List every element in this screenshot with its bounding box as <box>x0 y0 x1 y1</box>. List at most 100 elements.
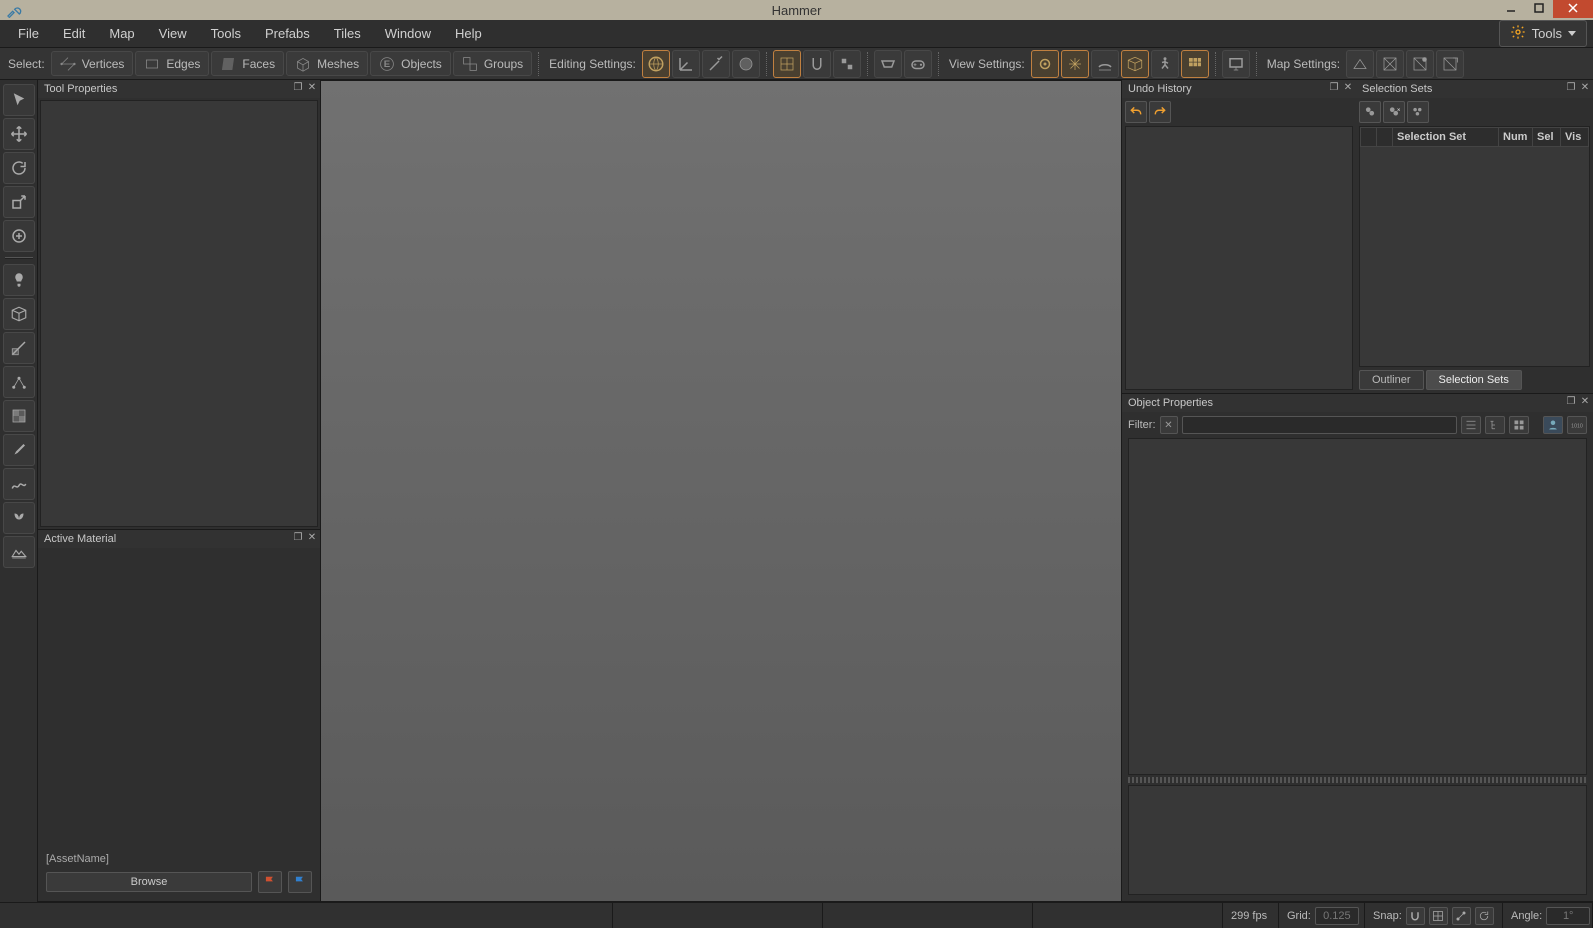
menu-tools[interactable]: Tools <box>199 22 253 45</box>
panel-pop-out-icon[interactable]: ❐ <box>1328 80 1340 94</box>
splitter-handle[interactable] <box>1128 777 1587 783</box>
tool-block[interactable] <box>3 298 35 330</box>
tab-outliner[interactable]: Outliner <box>1359 370 1424 390</box>
select-edges-button[interactable]: Edges <box>135 51 209 76</box>
window-close-button[interactable] <box>1553 0 1593 18</box>
view-grid-button[interactable] <box>1181 50 1209 78</box>
panel-pop-out-icon[interactable]: ❐ <box>1565 394 1577 408</box>
panel-close-icon[interactable]: ✕ <box>1579 80 1591 94</box>
browse-button[interactable]: Browse <box>46 872 252 892</box>
filter-grid-button[interactable] <box>1509 416 1529 434</box>
view-lit-button[interactable] <box>1031 50 1059 78</box>
map-btn-4[interactable] <box>1436 50 1464 78</box>
tool-texture[interactable] <box>3 400 35 432</box>
menu-edit[interactable]: Edit <box>51 22 97 45</box>
col-blank-1[interactable] <box>1361 128 1377 147</box>
panel-close-icon[interactable]: ✕ <box>1579 394 1591 408</box>
editing-grid-button[interactable] <box>773 50 801 78</box>
tool-scale[interactable] <box>3 186 35 218</box>
filter-input[interactable] <box>1182 416 1458 434</box>
tool-paint[interactable] <box>3 434 35 466</box>
panel-close-icon[interactable]: ✕ <box>1342 80 1354 94</box>
view-fog-button[interactable] <box>1091 50 1119 78</box>
view-run-button[interactable] <box>1151 50 1179 78</box>
tool-displacement[interactable] <box>3 468 35 500</box>
map-btn-1[interactable] <box>1346 50 1374 78</box>
tool-path[interactable] <box>3 366 35 398</box>
tool-move[interactable] <box>3 118 35 150</box>
view-gizmo-button[interactable] <box>1061 50 1089 78</box>
col-num[interactable]: Num <box>1499 128 1533 147</box>
filter-raw-button[interactable]: 1010 <box>1567 416 1587 434</box>
tools-dropdown-button[interactable]: Tools <box>1499 20 1587 47</box>
undo-history-list[interactable] <box>1125 126 1353 390</box>
window-maximize-button[interactable] <box>1525 0 1553 18</box>
editing-globe-button[interactable] <box>642 50 670 78</box>
menu-prefabs[interactable]: Prefabs <box>253 22 322 45</box>
col-vis[interactable]: Vis <box>1561 128 1589 147</box>
editing-sphere-button[interactable] <box>732 50 760 78</box>
editing-misc-button[interactable] <box>833 50 861 78</box>
editing-wand-button[interactable] <box>702 50 730 78</box>
select-vertices-button[interactable]: Vertices <box>51 51 134 76</box>
col-blank-2[interactable] <box>1377 128 1393 147</box>
grid-input[interactable] <box>1315 907 1359 925</box>
selection-set-more-button[interactable] <box>1407 101 1429 123</box>
panel-pop-out-icon[interactable]: ❐ <box>1565 80 1577 94</box>
panel-close-icon[interactable]: ✕ <box>306 80 318 94</box>
selection-set-add-button[interactable] <box>1359 101 1381 123</box>
tool-clipping[interactable] <box>3 332 35 364</box>
panel-pop-out-icon[interactable]: ❐ <box>292 80 304 94</box>
editing-game-button[interactable] <box>904 50 932 78</box>
material-flag-blue-button[interactable] <box>288 871 312 893</box>
select-meshes-button[interactable]: Meshes <box>286 51 368 76</box>
menu-map[interactable]: Map <box>97 22 146 45</box>
tab-selection-sets[interactable]: Selection Sets <box>1426 370 1522 390</box>
tool-pivot[interactable] <box>3 220 35 252</box>
undo-button[interactable] <box>1125 101 1147 123</box>
snap-vertex-button[interactable] <box>1452 907 1471 925</box>
editing-axis-button[interactable] <box>672 50 700 78</box>
panel-close-icon[interactable]: ✕ <box>306 530 318 544</box>
snap-rotate-button[interactable] <box>1475 907 1494 925</box>
select-groups-button[interactable]: Groups <box>453 51 532 76</box>
menu-file[interactable]: File <box>6 22 51 45</box>
angle-input[interactable] <box>1546 907 1590 925</box>
map-btn-2[interactable] <box>1376 50 1404 78</box>
panel-pop-out-icon[interactable]: ❐ <box>292 530 304 544</box>
snap-magnet-button[interactable] <box>1406 907 1425 925</box>
select-objects-button[interactable]: EObjects <box>370 51 451 76</box>
main-toolbar: Select: Vertices Edges Faces Meshes EObj… <box>0 48 1593 80</box>
select-faces-button[interactable]: Faces <box>211 51 284 76</box>
selection-set-remove-button[interactable] <box>1383 101 1405 123</box>
view-wire-button[interactable] <box>1121 50 1149 78</box>
menu-window[interactable]: Window <box>373 22 443 45</box>
filter-list-button[interactable] <box>1461 416 1481 434</box>
window-minimize-button[interactable] <box>1497 0 1525 18</box>
material-flag-red-button[interactable] <box>258 871 282 893</box>
tool-select[interactable] <box>3 84 35 116</box>
os-titlebar: Hammer <box>0 0 1593 20</box>
menu-help[interactable]: Help <box>443 22 494 45</box>
tool-foliage[interactable] <box>3 502 35 534</box>
tool-rotate[interactable] <box>3 152 35 184</box>
viewport-3d[interactable] <box>320 80 1122 902</box>
menu-view[interactable]: View <box>147 22 199 45</box>
map-btn-3[interactable] <box>1406 50 1434 78</box>
redo-button[interactable] <box>1149 101 1171 123</box>
snap-grid-button[interactable] <box>1429 907 1448 925</box>
tool-entity[interactable] <box>3 264 35 296</box>
view-monitor-button[interactable] <box>1222 50 1250 78</box>
filter-user-button[interactable] <box>1543 416 1563 434</box>
object-properties-body[interactable] <box>1128 438 1587 775</box>
editing-compile-button[interactable] <box>874 50 902 78</box>
selection-sets-table[interactable]: Selection Set Num Sel Vis <box>1359 126 1590 367</box>
tool-terrain[interactable] <box>3 536 35 568</box>
menu-tiles[interactable]: Tiles <box>322 22 373 45</box>
editing-snap-button[interactable] <box>803 50 831 78</box>
col-selection-set[interactable]: Selection Set <box>1393 128 1499 147</box>
col-sel[interactable]: Sel <box>1533 128 1561 147</box>
filter-tree-button[interactable] <box>1485 416 1505 434</box>
menubar: File Edit Map View Tools Prefabs Tiles W… <box>0 20 1593 48</box>
filter-clear-button[interactable]: ✕ <box>1160 416 1178 434</box>
